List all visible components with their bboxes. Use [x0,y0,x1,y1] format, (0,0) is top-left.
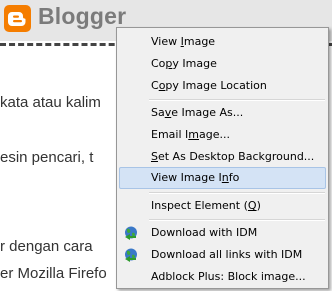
context-menu: View Image Copy Image Copy Image Locatio… [116,27,329,289]
menu-label-part: Sa [151,106,165,119]
menu-item-view-image[interactable]: View Image [119,31,326,53]
menu-label-part: ) [256,199,261,212]
menu-label-part: Co [151,57,166,70]
menu-item-copy-image[interactable]: Copy Image [119,53,326,75]
menu-item-label: Adblock Plus: Block image... [151,270,306,283]
menu-separator [149,219,325,221]
menu-label-part: mage [183,35,216,48]
menu-item-email-image[interactable]: Email Image... [119,124,326,146]
article-text-line: r dengan cara [0,238,93,255]
menu-label-part: age... [198,128,230,141]
menu-item-set-desktop-background[interactable]: Set As Desktop Background... [119,146,326,168]
blogger-logo-icon[interactable] [4,5,31,32]
article-text-line: esin pencari, t [0,149,94,166]
menu-accelerator: Q [247,199,257,212]
article-text-line: er Mozilla Firefo [0,265,107,282]
menu-label-part: C [151,79,159,92]
article-text-line: kata atau kalim [0,94,101,111]
menu-separator [149,99,325,101]
menu-item-adblock-block-image[interactable]: Adblock Plus: Block image... [119,266,326,288]
menu-item-label: Download all links with IDM [151,248,303,261]
menu-accelerator: n [221,171,229,184]
menu-item-copy-image-location[interactable]: Copy Image Location [119,75,326,97]
menu-label-part: Inspect Element ( [151,199,248,212]
menu-label-part: et As Desktop Background... [157,150,315,163]
menu-item-view-image-info[interactable]: View Image Info [119,167,326,189]
menu-separator [149,192,325,194]
menu-label-part: py Image Location [165,79,267,92]
menu-label-part: e Image As... [171,106,244,119]
menu-item-inspect-element[interactable]: Inspect Element (Q) [119,195,326,217]
idm-globe-icon [123,247,139,263]
menu-item-save-image[interactable]: Save Image As... [119,102,326,124]
blogger-brand-name[interactable]: Blogger [38,3,126,30]
menu-label-part: fo [228,171,240,184]
menu-item-download-all-idm[interactable]: Download all links with IDM [119,244,326,266]
idm-globe-icon [123,225,139,241]
menu-label-part: View Image I [151,171,222,184]
menu-accelerator: S [151,150,158,163]
menu-accelerator: m [188,128,199,141]
menu-label-part: View [151,35,181,48]
menu-label-part: y Image [172,57,217,70]
menu-item-download-idm[interactable]: Download with IDM [119,222,326,244]
menu-item-label: Download with IDM [151,226,258,239]
menu-label-part: Email I [151,128,189,141]
